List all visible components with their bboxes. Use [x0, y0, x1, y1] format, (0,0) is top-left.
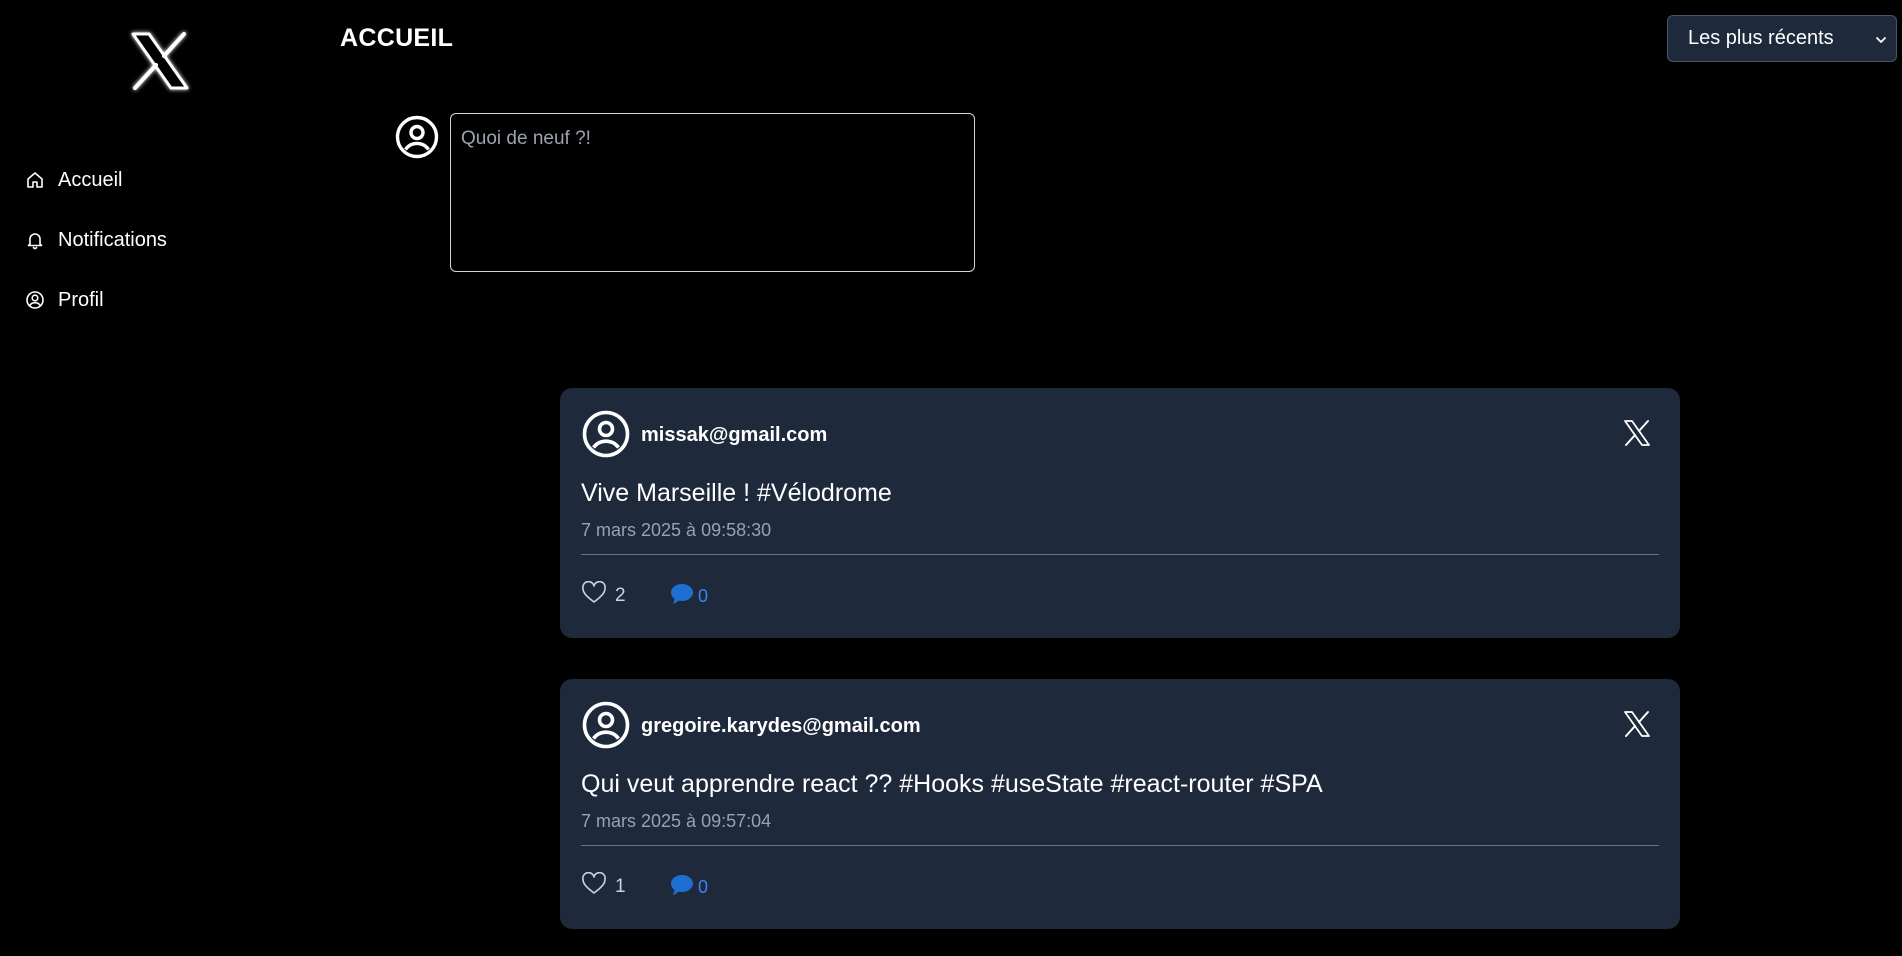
sidebar-item-label: Notifications [58, 228, 167, 251]
sidebar-item-label: Accueil [58, 168, 123, 191]
comment-button[interactable]: 0 [669, 581, 708, 612]
post-divider [581, 845, 1659, 846]
sidebar-nav: Accueil Notifications Profil [24, 150, 284, 330]
post-author[interactable]: gregoire.karydes@gmail.com [641, 715, 921, 738]
post-author[interactable]: missak@gmail.com [641, 424, 827, 447]
x-logo-icon[interactable] [127, 28, 193, 94]
composer-avatar-icon [395, 115, 439, 159]
sidebar-item-profil[interactable]: Profil [24, 270, 284, 330]
post-date: 7 mars 2025 à 09:58:30 [581, 520, 772, 540]
like-count: 2 [615, 584, 626, 606]
page-title: ACCUEIL [340, 24, 454, 52]
comment-icon [669, 581, 695, 612]
author-avatar-icon[interactable] [582, 410, 630, 458]
post-divider [581, 554, 1659, 555]
comment-count: 0 [698, 586, 709, 606]
page: Accueil Notifications Profil ACCUEIL Les… [0, 0, 1902, 956]
sort-select[interactable]: Les plus récents [1667, 15, 1897, 62]
post-content: Qui veut apprendre react ?? #Hooks #useS… [581, 770, 1323, 798]
sidebar-item-accueil[interactable]: Accueil [24, 150, 284, 210]
post-card: missak@gmail.com Vive Marseille ! #Vélod… [560, 388, 1680, 638]
comment-button[interactable]: 0 [669, 872, 708, 903]
post-content: Vive Marseille ! #Vélodrome [581, 479, 892, 507]
sidebar: Accueil Notifications Profil [0, 0, 300, 956]
home-icon [24, 169, 46, 191]
like-button[interactable]: 1 [581, 871, 626, 901]
bell-icon [24, 229, 46, 251]
heart-icon [581, 580, 607, 610]
like-count: 1 [615, 875, 626, 897]
sidebar-item-label: Profil [58, 288, 104, 311]
x-logo-icon [1622, 709, 1652, 739]
post-card: gregoire.karydes@gmail.com Qui veut appr… [560, 679, 1680, 929]
x-logo-icon [1622, 418, 1652, 448]
chevron-down-icon [1874, 30, 1888, 44]
comment-count: 0 [698, 877, 709, 897]
post-date: 7 mars 2025 à 09:57:04 [581, 811, 772, 831]
author-avatar-icon[interactable] [582, 701, 630, 749]
sort-selected-value: Les plus récents [1688, 27, 1834, 49]
like-button[interactable]: 2 [581, 580, 626, 610]
sidebar-item-notifications[interactable]: Notifications [24, 210, 284, 270]
user-circle-icon [24, 289, 46, 311]
comment-icon [669, 872, 695, 903]
post-composer-input[interactable] [450, 113, 975, 272]
heart-icon [581, 871, 607, 901]
